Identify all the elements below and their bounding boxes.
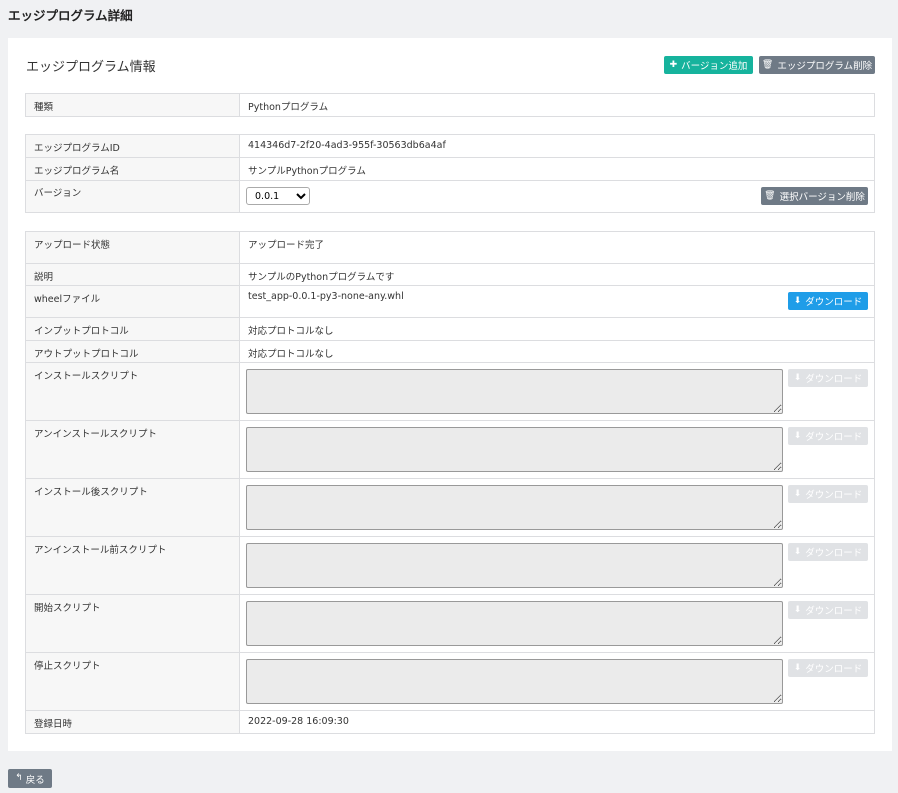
add-version-button[interactable]: ✚ バージョン追加 <box>664 56 753 74</box>
download-label: ダウンロード <box>805 432 863 443</box>
download-icon: ⬇ <box>793 546 802 557</box>
start-script-textarea[interactable] <box>246 601 783 646</box>
stop-script-cell: ⬇ ダウンロード <box>239 652 875 711</box>
post-install-script-download-button[interactable]: ⬇ ダウンロード <box>788 485 868 503</box>
delete-version-label: 選択バージョン削除 <box>779 192 865 203</box>
download-icon: ⬇ <box>793 662 802 673</box>
uninstall-script-cell: ⬇ ダウンロード <box>239 420 875 479</box>
install-script-textarea[interactable] <box>246 369 783 414</box>
stop-script-download-button[interactable]: ⬇ ダウンロード <box>788 659 868 677</box>
output-protocol-value: 対応プロトコルなし <box>239 340 875 363</box>
post-install-script-row: インストール後スクリプト ⬇ ダウンロード <box>25 478 875 537</box>
delete-version-button[interactable]: 🗑 選択バージョン削除 <box>761 187 868 205</box>
delete-program-label: エッジプログラム削除 <box>777 61 873 72</box>
start-script-label: 開始スクリプト <box>25 594 240 653</box>
output-protocol-row: アウトプットプロトコル 対応プロトコルなし <box>25 340 875 363</box>
version-cell: 0.0.1 🗑 選択バージョン削除 <box>239 180 875 213</box>
version-row: バージョン 0.0.1 🗑 選択バージョン削除 <box>25 180 875 213</box>
stop-script-row: 停止スクリプト ⬇ ダウンロード <box>25 652 875 711</box>
program-table: エッジプログラムID 414346d7-2f20-4ad3-955f-30563… <box>25 134 875 213</box>
name-row: エッジプログラム名 サンプルPythonプログラム <box>25 157 875 181</box>
pre-uninstall-script-textarea[interactable] <box>246 543 783 588</box>
upload-label: アップロード状態 <box>25 231 240 264</box>
wheel-download-label: ダウンロード <box>805 297 863 308</box>
download-label: ダウンロード <box>805 490 863 501</box>
type-label: 種類 <box>25 93 240 117</box>
uninstall-script-row: アンインストールスクリプト ⬇ ダウンロード <box>25 420 875 479</box>
page-title: エッジプログラム詳細 <box>8 8 133 23</box>
start-script-download-button[interactable]: ⬇ ダウンロード <box>788 601 868 619</box>
wheel-download-button[interactable]: ⬇ ダウンロード <box>788 292 868 310</box>
download-icon: ⬇ <box>793 295 802 306</box>
program-info-card: エッジプログラム情報 ✚ バージョン追加 🗑 エッジプログラム削除 種類 Pyt… <box>8 38 892 751</box>
download-icon: ⬇ <box>793 372 802 383</box>
post-install-script-cell: ⬇ ダウンロード <box>239 478 875 537</box>
desc-row: 説明 サンプルのPythonプログラムです <box>25 263 875 286</box>
type-value: Pythonプログラム <box>239 93 875 117</box>
trash-icon: 🗑 <box>761 59 774 70</box>
download-label: ダウンロード <box>805 606 863 617</box>
id-label: エッジプログラムID <box>25 134 240 158</box>
card-title: エッジプログラム情報 <box>26 60 156 75</box>
wheel-label: wheelファイル <box>25 285 240 318</box>
upload-value: アップロード完了 <box>239 231 875 264</box>
type-table: 種類 Pythonプログラム <box>25 93 875 117</box>
version-label: バージョン <box>25 180 240 213</box>
id-value: 414346d7-2f20-4ad3-955f-30563db6a4af <box>239 134 875 158</box>
type-row: 種類 Pythonプログラム <box>25 93 875 117</box>
version-select[interactable]: 0.0.1 <box>246 187 310 205</box>
install-script-download-button[interactable]: ⬇ ダウンロード <box>788 369 868 387</box>
input-protocol-row: インプットプロトコル 対応プロトコルなし <box>25 317 875 341</box>
name-label: エッジプログラム名 <box>25 157 240 181</box>
download-icon: ⬇ <box>793 430 802 441</box>
upload-row: アップロード状態 アップロード完了 <box>25 231 875 264</box>
add-version-label: バージョン追加 <box>681 61 748 72</box>
stop-script-textarea[interactable] <box>246 659 783 704</box>
download-label: ダウンロード <box>805 374 863 385</box>
plus-icon: ✚ <box>669 59 678 70</box>
input-protocol-value: 対応プロトコルなし <box>239 317 875 341</box>
desc-value: サンプルのPythonプログラムです <box>239 263 875 286</box>
pre-uninstall-script-row: アンインストール前スクリプト ⬇ ダウンロード <box>25 536 875 595</box>
pre-uninstall-script-cell: ⬇ ダウンロード <box>239 536 875 595</box>
stop-script-label: 停止スクリプト <box>25 652 240 711</box>
wheel-cell: test_app-0.0.1-py3-none-any.whl ⬇ ダウンロード <box>239 285 875 318</box>
download-icon: ⬇ <box>793 488 802 499</box>
delete-program-button[interactable]: 🗑 エッジプログラム削除 <box>759 56 875 74</box>
desc-label: 説明 <box>25 263 240 286</box>
registered-row: 登録日時 2022-09-28 16:09:30 <box>25 710 875 734</box>
back-button[interactable]: ↰ 戻る <box>8 769 52 788</box>
start-script-cell: ⬇ ダウンロード <box>239 594 875 653</box>
uninstall-script-textarea[interactable] <box>246 427 783 472</box>
back-label: 戻る <box>25 774 45 786</box>
wheel-filename: test_app-0.0.1-py3-none-any.whl <box>248 291 404 302</box>
start-script-row: 開始スクリプト ⬇ ダウンロード <box>25 594 875 653</box>
uninstall-script-label: アンインストールスクリプト <box>25 420 240 479</box>
wheel-row: wheelファイル test_app-0.0.1-py3-none-any.wh… <box>25 285 875 318</box>
back-arrow-icon: ↰ <box>15 773 23 783</box>
pre-uninstall-script-download-button[interactable]: ⬇ ダウンロード <box>788 543 868 561</box>
download-label: ダウンロード <box>805 664 863 675</box>
download-label: ダウンロード <box>805 548 863 559</box>
install-script-cell: ⬇ ダウンロード <box>239 362 875 421</box>
install-script-label: インストールスクリプト <box>25 362 240 421</box>
pre-uninstall-script-label: アンインストール前スクリプト <box>25 536 240 595</box>
post-install-script-label: インストール後スクリプト <box>25 478 240 537</box>
post-install-script-textarea[interactable] <box>246 485 783 530</box>
registered-label: 登録日時 <box>25 710 240 734</box>
id-row: エッジプログラムID 414346d7-2f20-4ad3-955f-30563… <box>25 134 875 158</box>
name-value: サンプルPythonプログラム <box>239 157 875 181</box>
trash-icon: 🗑 <box>764 190 776 201</box>
download-icon: ⬇ <box>793 604 802 615</box>
output-protocol-label: アウトプットプロトコル <box>25 340 240 363</box>
input-protocol-label: インプットプロトコル <box>25 317 240 341</box>
details-table: アップロード状態 アップロード完了 説明 サンプルのPythonプログラムです … <box>25 231 875 734</box>
install-script-row: インストールスクリプト ⬇ ダウンロード <box>25 362 875 421</box>
uninstall-script-download-button[interactable]: ⬇ ダウンロード <box>788 427 868 445</box>
registered-value: 2022-09-28 16:09:30 <box>239 710 875 734</box>
